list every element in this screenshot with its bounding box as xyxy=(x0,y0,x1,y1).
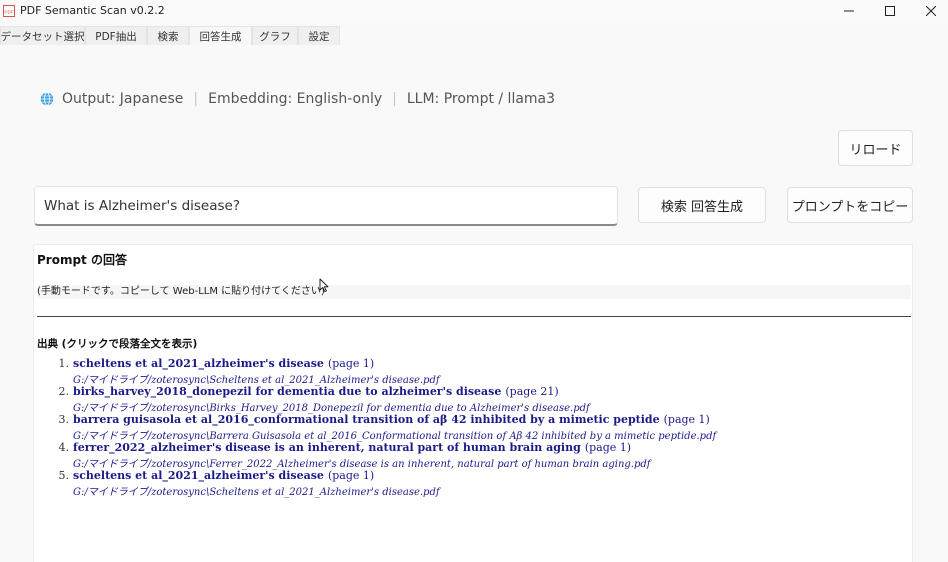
tab-dataset-select[interactable]: データセット選択 xyxy=(0,26,85,45)
manual-mode-note: (手動モードです。コピーして Web-LLM に貼り付けてください) xyxy=(37,285,911,299)
source-title-link[interactable]: scheltens et al_2021_alzheimer's disease xyxy=(73,469,324,482)
source-page: (page 1) xyxy=(327,357,375,370)
source-title-link[interactable]: birks_harvey_2018_donepezil for dementia… xyxy=(73,385,501,398)
title-bar: PDF PDF Semantic Scan v0.2.2 xyxy=(0,0,948,22)
tab-strip: データセット選択 PDF抽出 検索 回答生成 グラフ 設定 xyxy=(0,26,948,46)
minimize-icon xyxy=(844,10,854,12)
reload-button[interactable]: リロード xyxy=(838,130,913,166)
sources-list: 1. scheltens et al_2021_alzheimer's dise… xyxy=(52,357,902,498)
source-number: 2. xyxy=(58,385,70,398)
search-generate-button[interactable]: 検索 回答生成 xyxy=(638,187,766,223)
copy-prompt-button[interactable]: プロンプトをコピー xyxy=(787,187,913,223)
svg-text:PDF: PDF xyxy=(4,10,13,15)
tab-graph[interactable]: グラフ xyxy=(252,26,298,45)
source-path: G:/マイドライブ/zoterosync\Scheltens et al_202… xyxy=(73,375,440,386)
close-button[interactable] xyxy=(910,0,948,22)
tab-pdf-extract[interactable]: PDF抽出 xyxy=(85,26,147,45)
model-info-line: Output: Japanese | Embedding: English-on… xyxy=(40,89,555,109)
source-path: G:/マイドライブ/zoterosync\Barrera Guisasola e… xyxy=(73,431,717,442)
source-item[interactable]: 3. barrera guisasola et al_2016_conforma… xyxy=(52,413,902,442)
close-icon xyxy=(926,6,936,16)
source-page: (page 1) xyxy=(584,441,632,454)
source-number: 5. xyxy=(58,469,70,482)
output-language: Output: Japanese xyxy=(62,91,184,107)
maximize-button[interactable] xyxy=(869,0,911,22)
divider xyxy=(37,316,911,317)
source-path: G:/マイドライブ/zoterosync\Scheltens et al_202… xyxy=(73,487,440,498)
source-item[interactable]: 2. birks_harvey_2018_donepezil for demen… xyxy=(52,385,902,414)
query-input[interactable]: What is Alzheimer's disease? xyxy=(34,186,618,226)
separator: | xyxy=(392,91,397,107)
source-number: 4. xyxy=(58,441,70,454)
source-item[interactable]: 1. scheltens et al_2021_alzheimer's dise… xyxy=(52,357,902,386)
tab-search[interactable]: 検索 xyxy=(147,26,189,45)
source-item[interactable]: 4. ferrer_2022_alzheimer's disease is an… xyxy=(52,441,902,470)
window-title: PDF Semantic Scan v0.2.2 xyxy=(20,4,165,17)
tab-answer-generation[interactable]: 回答生成 xyxy=(189,26,252,45)
llm-mode: LLM: Prompt / llama3 xyxy=(406,91,556,107)
source-path: G:/マイドライブ/zoterosync\Birks_Harvey_2018_D… xyxy=(73,403,590,414)
separator: | xyxy=(193,91,199,107)
source-title-link[interactable]: ferrer_2022_alzheimer's disease is an in… xyxy=(73,441,581,454)
app-pdf-icon: PDF xyxy=(3,5,15,17)
source-page: (page 1) xyxy=(327,469,375,482)
minimize-button[interactable] xyxy=(828,0,870,22)
source-number: 3. xyxy=(58,413,70,426)
answer-panel: Prompt の回答 (手動モードです。コピーして Web-LLM に貼り付けて… xyxy=(33,244,913,562)
embedding-mode: Embedding: English-only xyxy=(208,91,383,107)
maximize-icon xyxy=(885,6,895,16)
source-title-link[interactable]: barrera guisasola et al_2016_conformatio… xyxy=(73,413,660,426)
query-input-value: What is Alzheimer's disease? xyxy=(44,197,241,214)
sources-heading: 出典 (クリックで段落全文を表示) xyxy=(37,338,198,350)
source-number: 1. xyxy=(58,357,70,370)
globe-icon xyxy=(40,92,54,106)
source-item[interactable]: 5. scheltens et al_2021_alzheimer's dise… xyxy=(52,469,902,498)
mouse-cursor-icon xyxy=(319,278,329,293)
answer-title: Prompt の回答 xyxy=(37,253,127,267)
source-page: (page 1) xyxy=(663,413,710,426)
source-page: (page 21) xyxy=(505,385,559,398)
tab-settings[interactable]: 設定 xyxy=(298,26,340,45)
source-path: G:/マイドライブ/zoterosync\Ferrer_2022_Alzheim… xyxy=(73,459,651,470)
source-title-link[interactable]: scheltens et al_2021_alzheimer's disease xyxy=(73,357,324,370)
